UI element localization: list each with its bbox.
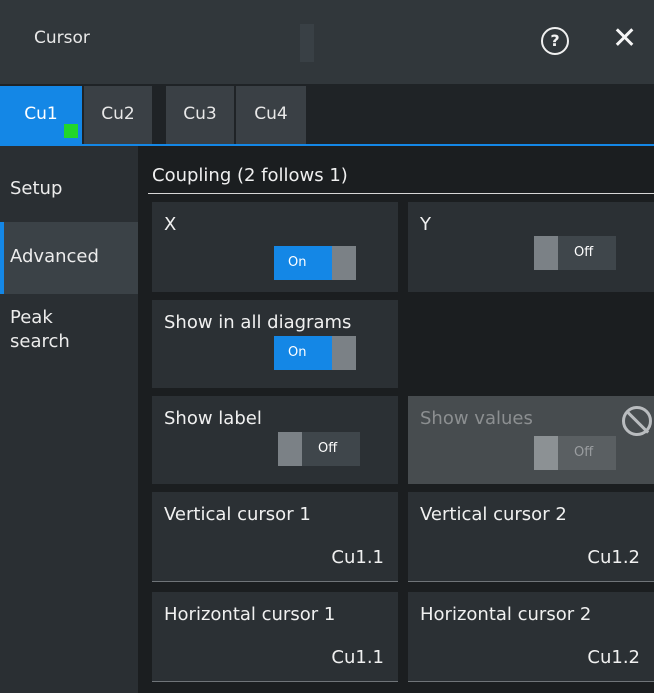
vertical-cursor-2-field[interactable]: Vertical cursor 2 Cu1.2 [408,492,654,582]
show-all-diagrams-label: Show in all diagrams [164,312,352,333]
vertical-cursor-2-value: Cu1.2 [587,547,640,568]
coupling-x-label: X [164,214,177,235]
toggle-state: On [288,255,307,270]
vertical-cursor-1-value: Cu1.1 [331,547,384,568]
sidebar-item-label: Advanced [10,246,99,267]
sidebar-item-label: Peak search [10,307,70,352]
field-underline [152,681,398,682]
field-underline [408,681,654,682]
vertical-cursor-2-label: Vertical cursor 2 [420,504,567,525]
show-values-cell: Show values Off [408,396,654,484]
vertical-cursor-1-field[interactable]: Vertical cursor 1 Cu1.1 [152,492,398,582]
field-underline [408,581,654,582]
coupling-x-toggle[interactable]: On [274,246,356,280]
show-all-diagrams-toggle[interactable]: On [274,336,356,370]
show-label-label: Show label [164,408,262,429]
sidebar-item-peak-search[interactable]: Peak search [0,306,80,354]
help-icon[interactable]: ? [541,27,569,55]
coupling-y-label: Y [420,214,431,235]
horizontal-cursor-2-label: Horizontal cursor 2 [420,604,592,625]
toggle-state: Off [574,245,594,260]
window-title: Cursor [34,28,90,48]
cursor-tabs: Cu1 Cu2 Cu3 Cu4 [0,86,654,144]
sidebar-item-advanced[interactable]: Advanced [0,222,138,294]
title-bar: Cursor ? ✕ [0,0,654,84]
coupling-y-toggle[interactable]: Off [534,236,616,270]
drag-handle[interactable] [300,24,314,62]
section-divider [148,193,654,194]
close-icon[interactable]: ✕ [612,22,637,56]
field-underline [152,581,398,582]
horizontal-cursor-2-value: Cu1.2 [587,647,640,668]
horizontal-cursor-1-value: Cu1.1 [331,647,384,668]
horizontal-cursor-1-field[interactable]: Horizontal cursor 1 Cu1.1 [152,592,398,682]
show-label-cell: Show label Off [152,396,398,484]
vertical-cursor-1-label: Vertical cursor 1 [164,504,311,525]
tab-cu2[interactable]: Cu2 [84,86,152,144]
tab-cu1[interactable]: Cu1 [0,86,82,144]
coupling-x-cell: X On [152,202,398,292]
show-all-diagrams-cell: Show in all diagrams On [152,300,398,388]
tab-cu3-label: Cu3 [183,104,217,124]
tab-cu4[interactable]: Cu4 [236,86,306,144]
toggle-state: Off [318,441,338,456]
show-label-toggle[interactable]: Off [278,432,360,466]
tab-cu1-label: Cu1 [24,104,58,124]
sidebar: Setup Advanced Peak search [0,146,138,693]
show-values-toggle: Off [534,436,616,470]
tab-cu4-label: Cu4 [254,104,288,124]
toggle-state: On [288,345,307,360]
cursor-active-indicator [64,124,78,138]
horizontal-cursor-2-field[interactable]: Horizontal cursor 2 Cu1.2 [408,592,654,682]
coupling-y-cell: Y Off [408,202,654,292]
section-title-coupling: Coupling (2 follows 1) [152,165,348,186]
tab-cu3[interactable]: Cu3 [166,86,234,144]
tab-cu2-label: Cu2 [101,104,135,124]
show-values-label: Show values [420,408,533,429]
sidebar-item-label: Setup [10,178,63,199]
sidebar-item-setup[interactable]: Setup [0,178,138,218]
disabled-icon [622,406,652,436]
toggle-state: Off [574,445,594,460]
horizontal-cursor-1-label: Horizontal cursor 1 [164,604,336,625]
